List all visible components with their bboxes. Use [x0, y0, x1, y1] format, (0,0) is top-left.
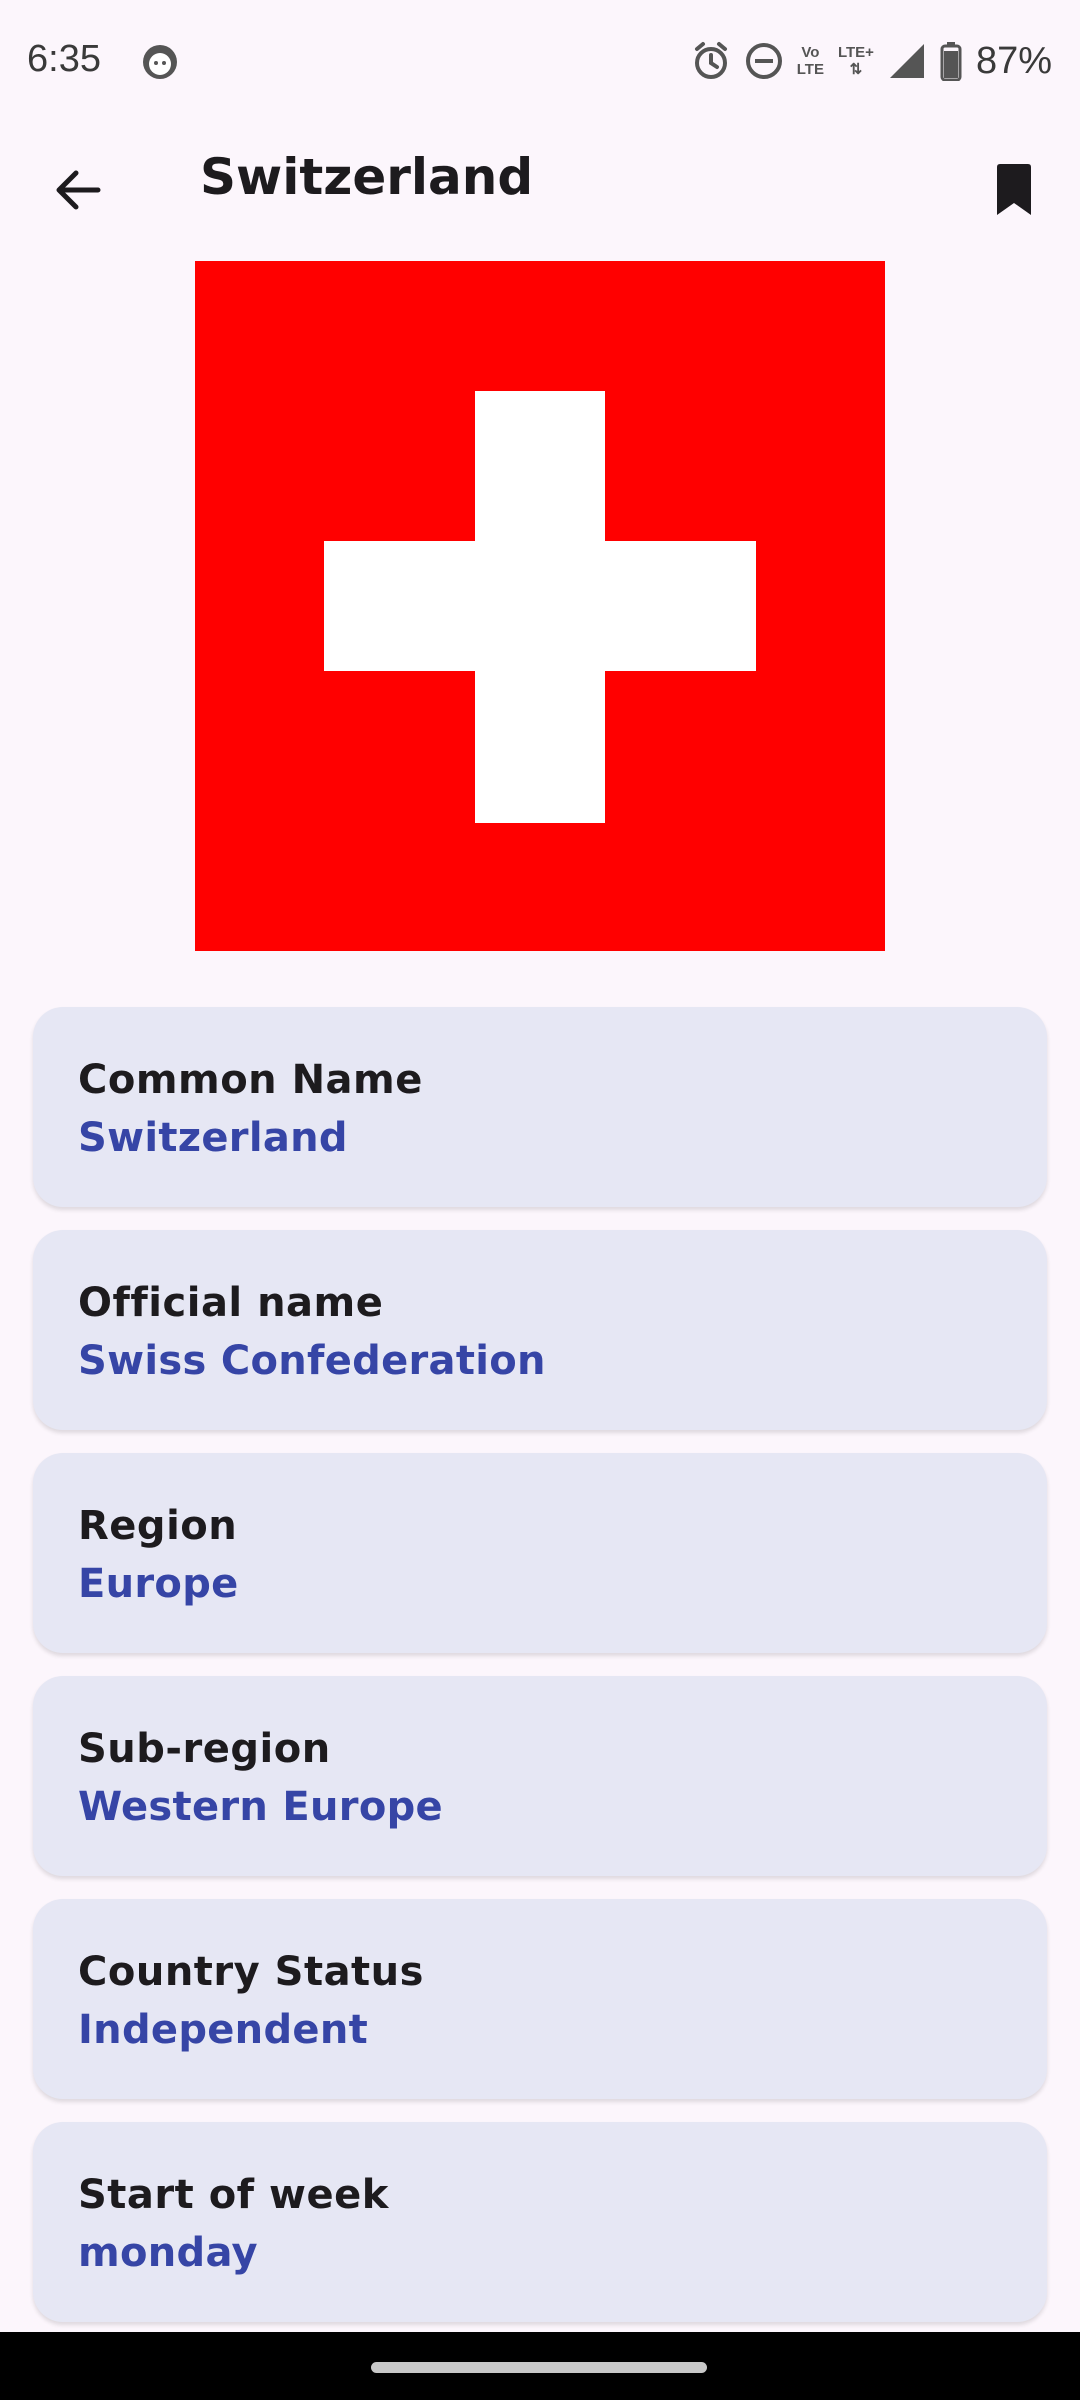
detail-card-sub-region[interactable]: Sub-region Western Europe — [33, 1676, 1047, 1876]
flag-cross-horizontal — [324, 541, 756, 671]
detail-value: Switzerland — [78, 1115, 348, 1161]
detail-card-country-status[interactable]: Country Status Independent — [33, 1899, 1047, 2099]
do-not-disturb-icon — [745, 43, 782, 79]
alarm-icon — [694, 42, 727, 79]
app-bar: Switzerland — [0, 120, 1080, 248]
arrow-back-icon — [56, 170, 101, 210]
detail-card-region[interactable]: Region Europe — [33, 1453, 1047, 1653]
battery-charging-icon — [940, 42, 962, 81]
detail-value: Europe — [78, 1561, 239, 1607]
detail-card-start-of-week[interactable]: Start of week monday — [33, 2122, 1047, 2322]
detail-value: Western Europe — [78, 1784, 443, 1830]
page-title: Switzerland — [200, 148, 534, 206]
back-button[interactable] — [40, 152, 116, 228]
status-time: 6:35 — [27, 38, 101, 80]
status-bar: 6:35 Vo LTE LTE+ ⇅ 87% — [0, 0, 1080, 120]
detail-card-official-name[interactable]: Official name Swiss Confederation — [33, 1230, 1047, 1430]
detail-label: Region — [78, 1503, 238, 1549]
volte-indicator: Vo LTE — [796, 44, 824, 78]
app-notification-icon — [143, 45, 177, 79]
country-flag — [195, 261, 885, 951]
detail-value: Independent — [78, 2007, 369, 2053]
detail-card-common-name[interactable]: Common Name Switzerland — [33, 1007, 1047, 1207]
network-type-indicator: LTE+ ⇅ — [837, 44, 874, 78]
home-gesture-handle[interactable] — [371, 2362, 707, 2373]
details-list: Common Name Switzerland Official name Sw… — [33, 1007, 1047, 2345]
bookmark-button[interactable] — [978, 152, 1050, 228]
battery-percentage: 87% — [975, 39, 1052, 82]
bookmark-icon — [997, 164, 1031, 215]
detail-value: Swiss Confederation — [78, 1338, 546, 1384]
detail-label: Country Status — [78, 1949, 424, 1995]
system-navigation-bar — [0, 2332, 1080, 2400]
status-icons: Vo LTE LTE+ ⇅ 87% — [691, 36, 1052, 86]
detail-label: Start of week — [78, 2172, 389, 2218]
detail-label: Sub-region — [78, 1726, 331, 1772]
signal-icon — [889, 44, 924, 78]
detail-value: monday — [78, 2230, 258, 2276]
detail-label: Common Name — [78, 1057, 423, 1103]
detail-label: Official name — [78, 1280, 384, 1326]
